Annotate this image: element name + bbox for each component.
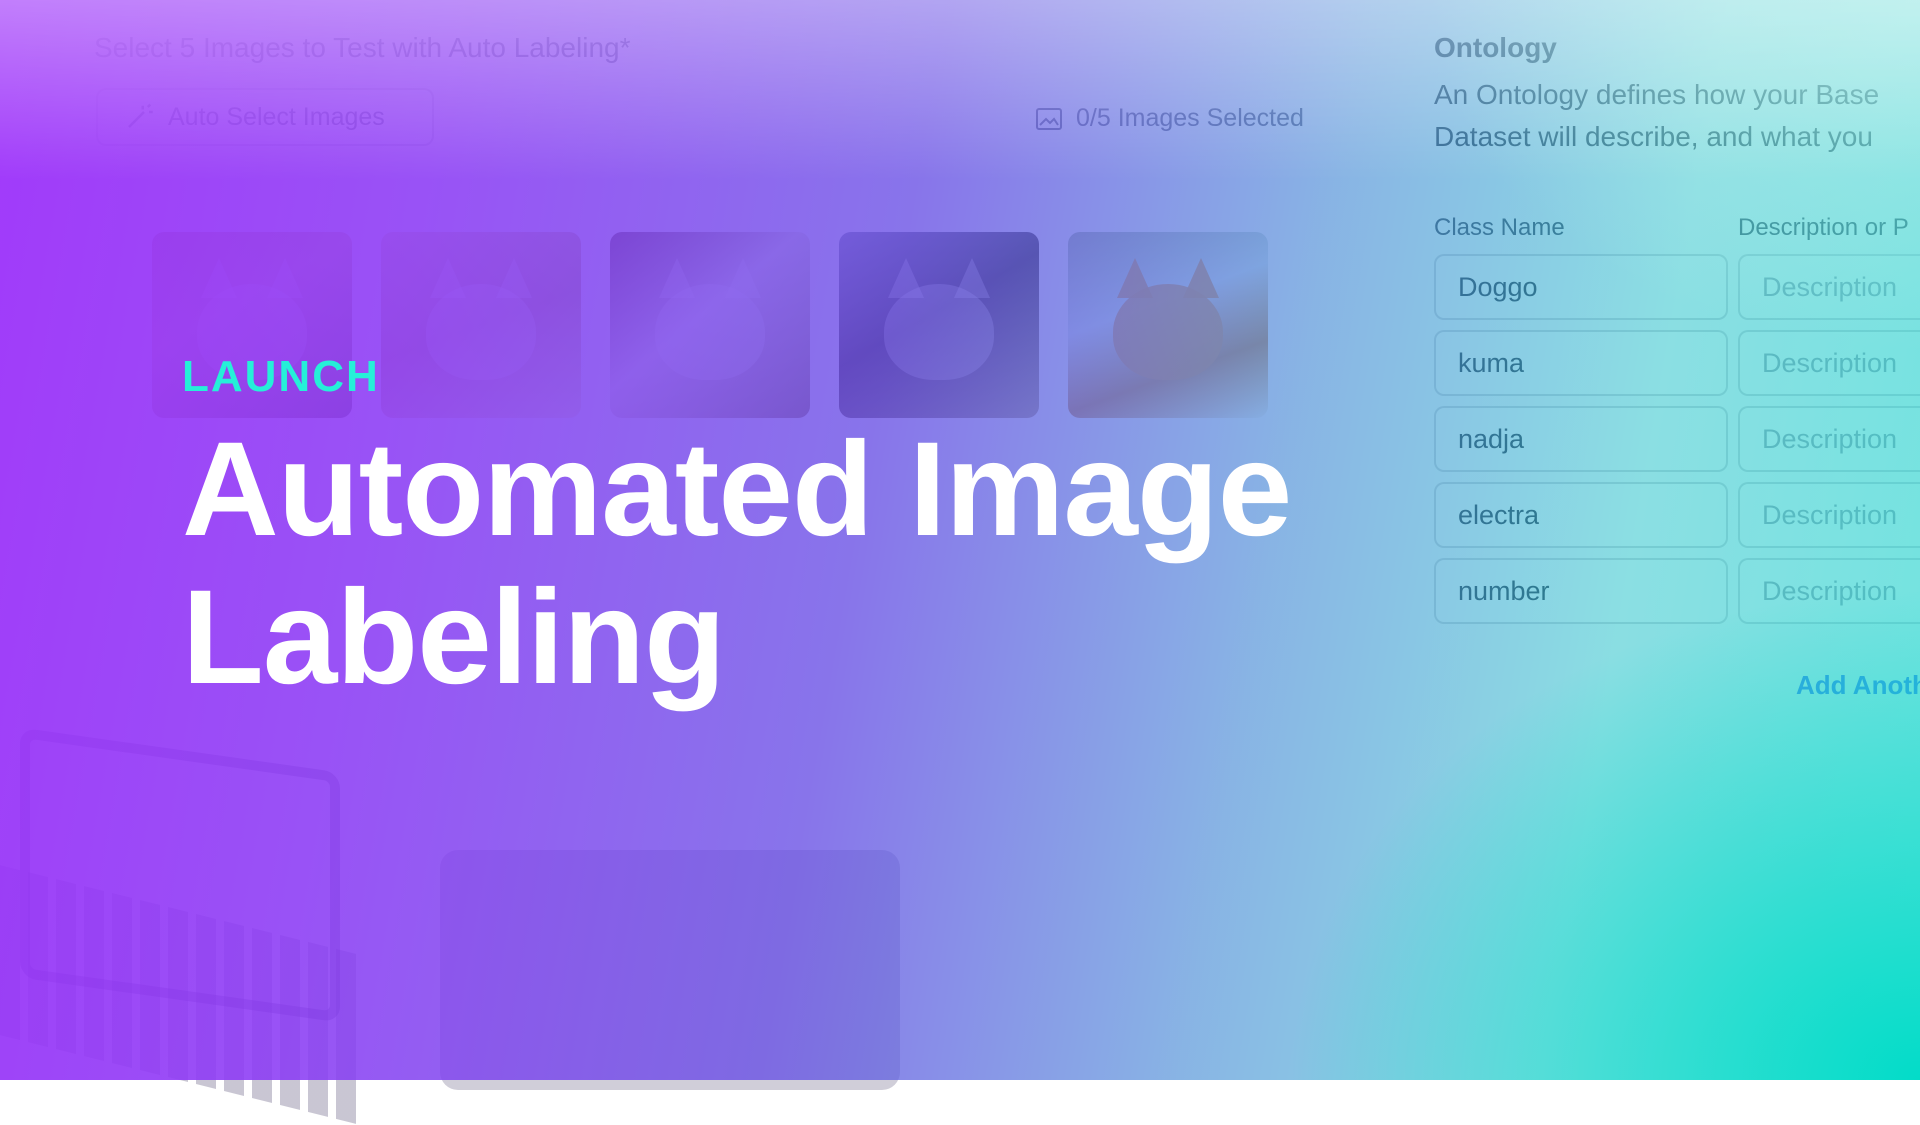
- class-name-field[interactable]: kuma: [1434, 330, 1728, 396]
- launch-eyebrow: LAUNCH: [182, 352, 380, 401]
- device-illustration: [440, 850, 900, 1090]
- ontology-description-line: An Ontology defines how your Base: [1434, 79, 1880, 110]
- select-images-title: Select 5 Images to Test with Auto Labeli…: [94, 32, 631, 63]
- description-field[interactable]: Description: [1738, 558, 1920, 624]
- description-field[interactable]: Description: [1738, 406, 1920, 472]
- class-name-header: Class Name: [1434, 214, 1565, 241]
- class-name-field[interactable]: electra: [1434, 482, 1728, 548]
- class-name-field[interactable]: nadja: [1434, 406, 1728, 472]
- hero-text: LAUNCH Automated Image Labeling: [182, 352, 1292, 712]
- images-selected-counter: 0/5 Images Selected: [1036, 104, 1304, 133]
- auto-select-images-button[interactable]: Auto Select Images: [96, 88, 434, 146]
- magic-wand-icon: [128, 103, 153, 128]
- hero-title-line: Labeling: [182, 563, 726, 712]
- description-field[interactable]: Description: [1738, 330, 1920, 396]
- add-another-link[interactable]: Add Anoth: [1796, 670, 1920, 701]
- class-name-field[interactable]: number: [1434, 558, 1728, 624]
- description-header: Description or P: [1738, 214, 1909, 241]
- auto-select-images-label: Auto Select Images: [168, 102, 385, 131]
- ontology-description-line: Dataset will describe, and what you: [1434, 121, 1873, 152]
- image-icon: [1036, 107, 1062, 130]
- ontology-description: An Ontology defines how your Base Datase…: [1434, 74, 1920, 158]
- hero-title: Automated Image Labeling: [182, 415, 1292, 712]
- class-name-field[interactable]: Doggo: [1434, 254, 1728, 320]
- hero-title-line: Automated Image: [182, 415, 1292, 564]
- description-field[interactable]: Description: [1738, 254, 1920, 320]
- description-field[interactable]: Description: [1738, 482, 1920, 548]
- ontology-title: Ontology: [1434, 32, 1557, 63]
- images-selected-text: 0/5 Images Selected: [1076, 104, 1304, 132]
